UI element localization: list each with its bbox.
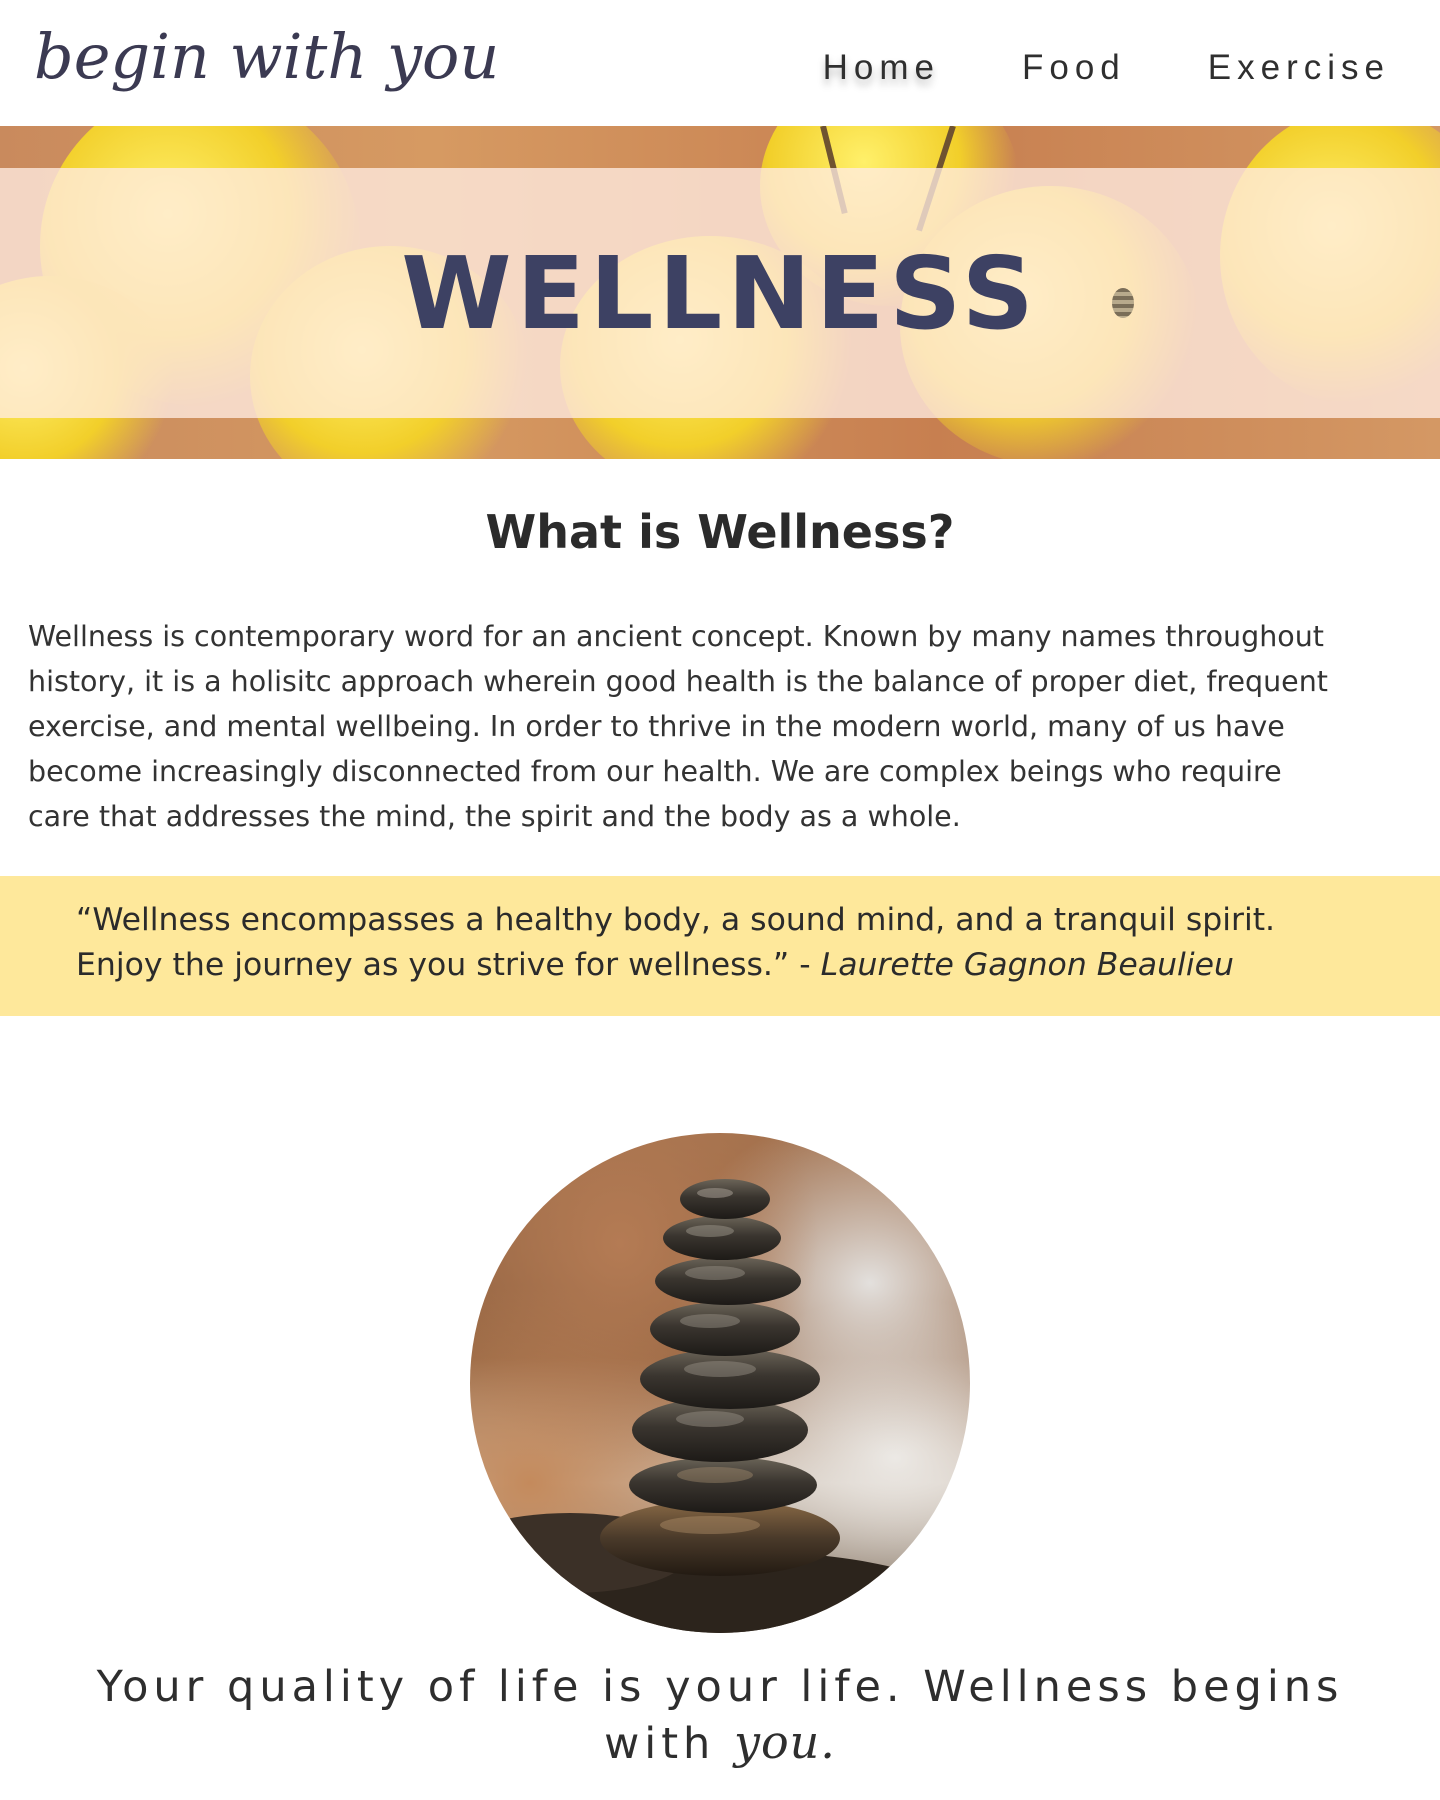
intro-paragraph: Wellness is contemporary word for an anc… bbox=[28, 614, 1418, 839]
nav-exercise-link[interactable]: Exercise bbox=[1208, 48, 1390, 88]
hero-banner: WELLNESS bbox=[0, 126, 1440, 459]
quote-author: Laurette Gagnon Beaulieu bbox=[820, 947, 1234, 983]
intro-line: Wellness is contemporary word for an anc… bbox=[28, 620, 1324, 653]
tagline-script-word: you. bbox=[733, 1715, 836, 1769]
site-logo[interactable]: begin with you bbox=[34, 12, 499, 102]
intro-line: become increasingly disconnected from ou… bbox=[28, 755, 1282, 788]
main-nav: Home Food Exercise bbox=[823, 48, 1390, 88]
site-header: begin with you Home Food Exercise bbox=[0, 0, 1440, 126]
quote-line-2: Enjoy the journey as you strive for well… bbox=[76, 947, 790, 983]
stacked-stones-illustration bbox=[470, 1179, 950, 1633]
stacked-stones-image bbox=[470, 1133, 970, 1633]
section-heading: What is Wellness? bbox=[485, 505, 955, 559]
closing-tagline: Your quality of life is your life. Welln… bbox=[0, 1660, 1440, 1772]
hero-title: WELLNESS bbox=[401, 234, 1039, 352]
nav-home-link[interactable]: Home bbox=[823, 48, 940, 88]
intro-line: care that addresses the mind, the spirit… bbox=[28, 800, 961, 833]
quote-block: “Wellness encompasses a healthy body, a … bbox=[76, 898, 1396, 988]
tagline-line-1: Your quality of life is your life. Welln… bbox=[96, 1662, 1344, 1712]
intro-line: history, it is a holisitc approach where… bbox=[28, 665, 1328, 698]
nav-food-link[interactable]: Food bbox=[1022, 48, 1126, 88]
quote-line-1: “Wellness encompasses a healthy body, a … bbox=[76, 902, 1276, 938]
quote-separator: - bbox=[789, 947, 821, 983]
intro-line: exercise, and mental wellbeing. In order… bbox=[28, 710, 1285, 743]
tagline-line-2-start: with bbox=[604, 1719, 734, 1769]
